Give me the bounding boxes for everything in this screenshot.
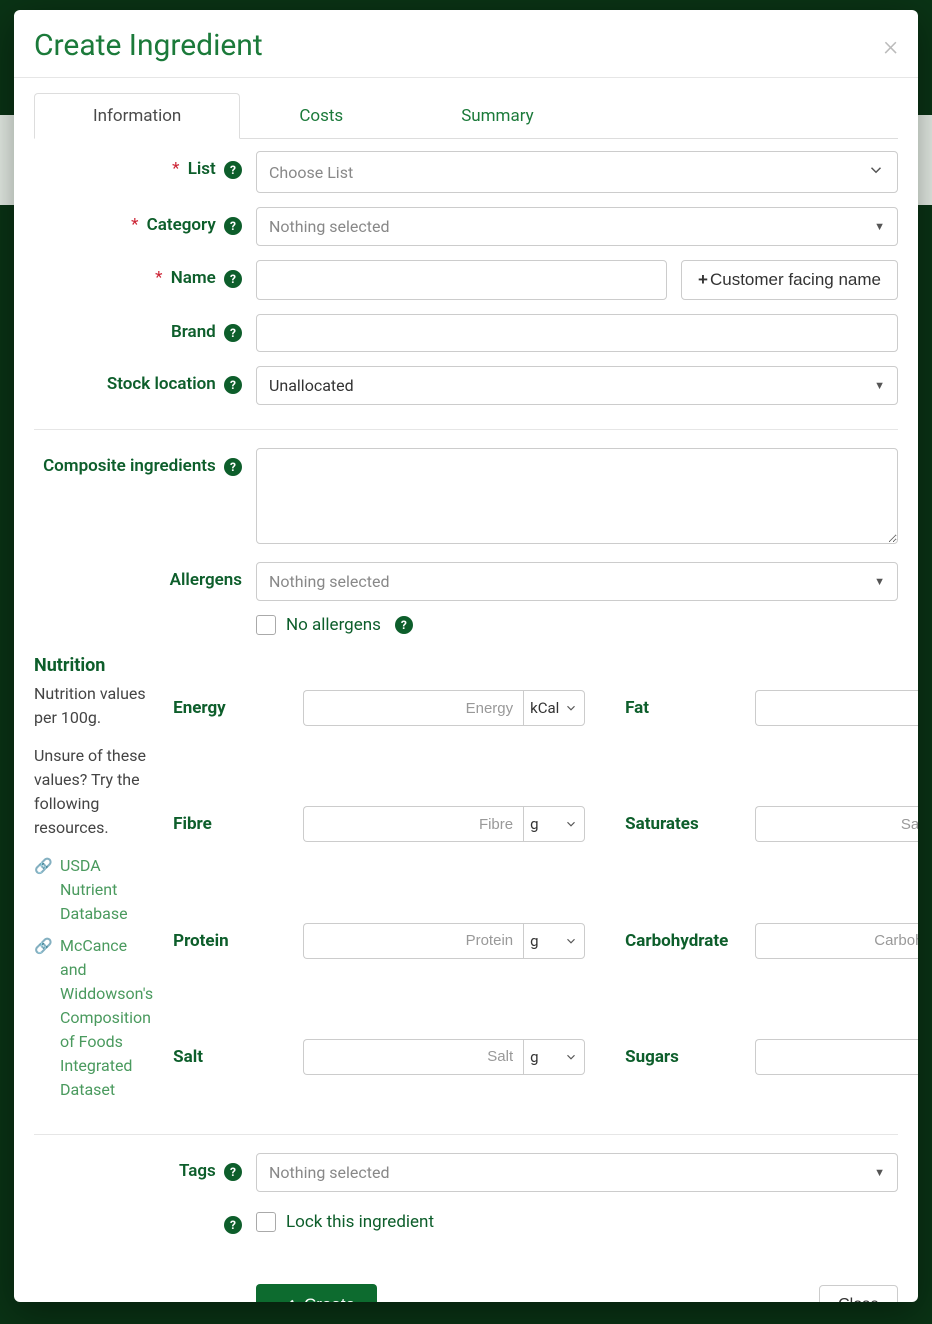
protein-input[interactable] bbox=[303, 923, 523, 959]
saturates-input[interactable] bbox=[755, 806, 918, 842]
salt-unit-select[interactable]: g bbox=[523, 1039, 585, 1075]
nutrition-sidebar: Nutrition Nutrition values per 100g. Uns… bbox=[34, 655, 153, 1110]
protein-unit-select[interactable]: g bbox=[523, 923, 585, 959]
stock-location-value: Unallocated bbox=[269, 376, 354, 395]
help-icon[interactable]: ? bbox=[395, 616, 413, 634]
label-allergens: Allergens bbox=[34, 562, 256, 590]
plus-icon: + bbox=[698, 270, 708, 290]
list-select-value: Choose List bbox=[269, 163, 353, 182]
list-select[interactable]: Choose List bbox=[256, 151, 898, 193]
usda-link[interactable]: USDA Nutrient Database bbox=[60, 854, 153, 926]
label-brand: Brand ? bbox=[34, 314, 256, 342]
tags-select[interactable]: Nothing selected ▼ bbox=[256, 1153, 898, 1192]
caret-down-icon: ▼ bbox=[874, 379, 885, 392]
sugars-label: Sugars bbox=[625, 1047, 755, 1067]
help-icon[interactable]: ? bbox=[224, 1216, 242, 1234]
caret-down-icon: ▼ bbox=[874, 220, 885, 233]
category-select-value: Nothing selected bbox=[269, 217, 390, 236]
energy-unit-select[interactable]: kCal bbox=[523, 690, 585, 726]
nutrition-section: Nutrition Nutrition values per 100g. Uns… bbox=[34, 655, 898, 1110]
label-category: * Category ? bbox=[34, 207, 256, 235]
tab-information[interactable]: Information bbox=[34, 93, 240, 139]
label-name: * Name ? bbox=[34, 260, 256, 288]
label-composite: Composite ingredients ? bbox=[34, 448, 256, 476]
nutrition-hint: Unsure of these values? Try the followin… bbox=[34, 744, 153, 840]
no-allergens-checkbox[interactable] bbox=[256, 615, 276, 635]
energy-label: Energy bbox=[173, 698, 303, 718]
create-button[interactable]: Create bbox=[256, 1284, 377, 1302]
caret-down-icon: ▼ bbox=[874, 575, 885, 588]
stock-location-select[interactable]: Unallocated ▼ bbox=[256, 366, 898, 405]
sugars-input[interactable] bbox=[755, 1039, 918, 1075]
fat-input[interactable] bbox=[755, 690, 918, 726]
fibre-label: Fibre bbox=[173, 814, 303, 834]
label-stock-location: Stock location ? bbox=[34, 366, 256, 394]
saturates-label: Saturates bbox=[625, 814, 755, 834]
check-icon bbox=[278, 1296, 296, 1302]
tags-select-value: Nothing selected bbox=[269, 1163, 390, 1182]
close-button[interactable]: Close bbox=[819, 1285, 898, 1302]
lock-ingredient-checkbox[interactable] bbox=[256, 1212, 276, 1232]
tab-summary[interactable]: Summary bbox=[402, 93, 592, 139]
create-ingredient-modal: Create Ingredient × Information Costs Su… bbox=[14, 10, 918, 1302]
brand-input[interactable] bbox=[256, 314, 898, 352]
salt-input[interactable] bbox=[303, 1039, 523, 1075]
nutrition-subheading: Nutrition values per 100g. bbox=[34, 682, 153, 730]
chevron-down-icon bbox=[867, 161, 885, 183]
name-input[interactable] bbox=[256, 260, 667, 300]
required-marker: * bbox=[131, 215, 138, 235]
modal-body: Information Costs Summary * List ? Choos… bbox=[14, 78, 918, 1302]
help-icon[interactable]: ? bbox=[224, 161, 242, 179]
close-icon[interactable]: × bbox=[883, 32, 898, 60]
nutrition-grid: Energy kCal Fat g Fi bbox=[173, 655, 918, 1110]
tabs: Information Costs Summary bbox=[34, 92, 898, 139]
mccance-link[interactable]: McCance and Widdowson's Composition of F… bbox=[60, 934, 153, 1102]
allergens-select[interactable]: Nothing selected ▼ bbox=[256, 562, 898, 601]
help-icon[interactable]: ? bbox=[224, 324, 242, 342]
composite-ingredients-input[interactable] bbox=[256, 448, 898, 544]
lock-ingredient-label: Lock this ingredient bbox=[286, 1212, 434, 1232]
carbohydrate-label: Carbohydrate bbox=[625, 931, 755, 951]
label-list: * List ? bbox=[34, 151, 256, 179]
help-icon[interactable]: ? bbox=[224, 458, 242, 476]
protein-label: Protein bbox=[173, 931, 303, 951]
modal-header: Create Ingredient × bbox=[14, 10, 918, 78]
label-tags: Tags ? bbox=[34, 1153, 256, 1181]
category-select[interactable]: Nothing selected ▼ bbox=[256, 207, 898, 246]
form-information: * List ? Choose List * Category ? bbox=[34, 139, 898, 1302]
nutrition-heading: Nutrition bbox=[34, 655, 153, 676]
energy-input[interactable] bbox=[303, 690, 523, 726]
salt-label: Salt bbox=[173, 1047, 303, 1067]
required-marker: * bbox=[172, 159, 179, 179]
link-icon: 🔗 bbox=[34, 857, 52, 926]
required-marker: * bbox=[155, 268, 162, 288]
help-icon[interactable]: ? bbox=[224, 217, 242, 235]
customer-facing-name-button[interactable]: + Customer facing name bbox=[681, 260, 898, 300]
allergens-select-value: Nothing selected bbox=[269, 572, 390, 591]
help-icon[interactable]: ? bbox=[224, 1163, 242, 1181]
divider bbox=[34, 1134, 898, 1135]
label-lock: ? bbox=[34, 1206, 256, 1234]
help-icon[interactable]: ? bbox=[224, 376, 242, 394]
caret-down-icon: ▼ bbox=[874, 1166, 885, 1179]
divider bbox=[34, 429, 898, 430]
modal-title: Create Ingredient bbox=[34, 28, 263, 63]
carbohydrate-input[interactable] bbox=[755, 923, 918, 959]
fat-label: Fat bbox=[625, 698, 755, 718]
fibre-unit-select[interactable]: g bbox=[523, 806, 585, 842]
fibre-input[interactable] bbox=[303, 806, 523, 842]
help-icon[interactable]: ? bbox=[224, 270, 242, 288]
tab-costs[interactable]: Costs bbox=[240, 93, 402, 139]
no-allergens-label: No allergens bbox=[286, 615, 381, 635]
link-icon: 🔗 bbox=[34, 937, 52, 1102]
